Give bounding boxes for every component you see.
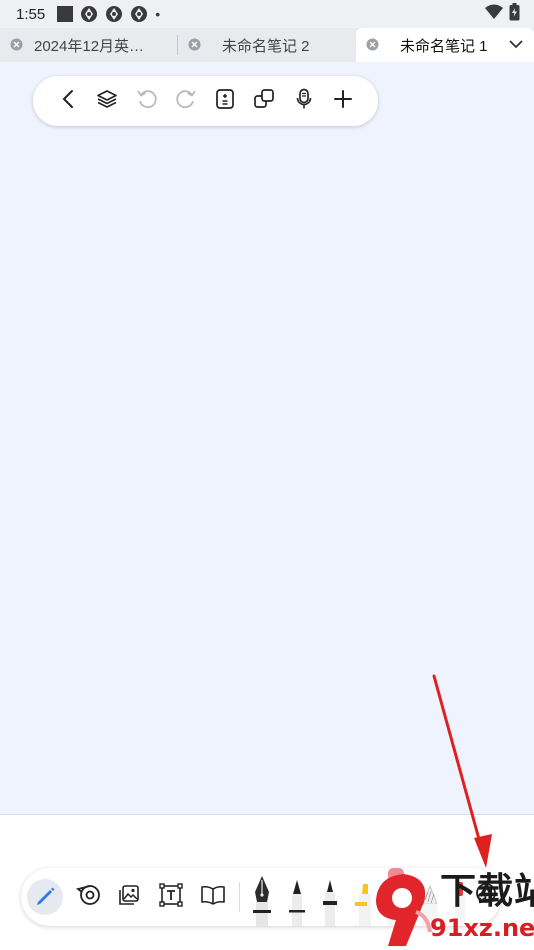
image-tool-button[interactable]: [111, 879, 147, 915]
top-toolbar: [33, 76, 378, 126]
fountain-pen[interactable]: [252, 876, 272, 926]
layers-button[interactable]: [94, 88, 120, 114]
status-time: 1:55: [16, 5, 46, 23]
tab-list-dropdown[interactable]: [498, 28, 534, 62]
annotation-arrow: [432, 674, 492, 868]
redo-icon: [175, 88, 197, 115]
wifi-icon: [485, 4, 503, 25]
back-button[interactable]: [55, 88, 81, 114]
status-bar: 1:55 •: [0, 0, 534, 28]
chevron-down-icon: [509, 36, 523, 54]
fineliner-pen[interactable]: [322, 880, 338, 926]
close-tab-icon[interactable]: [188, 38, 201, 55]
book-icon: [200, 884, 226, 911]
ballpoint-pen[interactable]: [289, 880, 305, 926]
watermark: 下载站 91xz.net: [370, 862, 534, 950]
redo-button[interactable]: [173, 88, 199, 114]
watermark-logo-icon: [370, 872, 434, 950]
add-icon: [333, 89, 353, 114]
voice-record-button[interactable]: [291, 88, 317, 114]
undo-icon: [136, 88, 158, 115]
microphone-icon: [296, 88, 312, 115]
network-notification-icon: [130, 5, 148, 23]
layers-icon: [96, 89, 118, 114]
network-notification-icon: [105, 5, 123, 23]
tab-label: 2024年12月英…: [34, 37, 145, 55]
back-icon: [62, 89, 74, 114]
image-icon: [118, 884, 140, 911]
tape-icon: [75, 884, 102, 911]
text-box-icon: [159, 882, 183, 912]
tab-bar: 2024年12月英… 未命名笔记 2 未命名笔记 1: [0, 28, 534, 62]
tab-english-notes[interactable]: 2024年12月英…: [0, 28, 178, 62]
more-notifications-dot: •: [155, 6, 161, 22]
book-tool-button[interactable]: [195, 879, 231, 915]
watermark-text: 下载站: [440, 871, 534, 912]
copy-button[interactable]: [251, 88, 277, 114]
add-button[interactable]: [330, 88, 356, 114]
close-tab-icon[interactable]: [366, 38, 379, 55]
tab-label: 未命名笔记 2: [222, 37, 310, 55]
undo-button[interactable]: [134, 88, 160, 114]
page-settings-icon: [215, 88, 235, 115]
toolbar-divider: [239, 882, 240, 912]
app-notification-icon: [57, 6, 74, 22]
pen-tool-button[interactable]: [27, 879, 63, 915]
tape-tool-button[interactable]: [71, 879, 107, 915]
page-settings-button[interactable]: [212, 88, 238, 114]
close-tab-icon[interactable]: [10, 38, 23, 55]
watermark-domain: 91xz.net: [430, 914, 534, 942]
tab-label: 未命名笔记 1: [400, 37, 488, 55]
battery-icon: [509, 2, 520, 26]
network-notification-icon: [80, 5, 98, 23]
pen-tool-icon: [34, 884, 56, 911]
tab-untitled-note-2[interactable]: 未命名笔记 2: [178, 28, 356, 62]
copy-icon: [253, 88, 275, 115]
text-box-tool-button[interactable]: [153, 879, 189, 915]
